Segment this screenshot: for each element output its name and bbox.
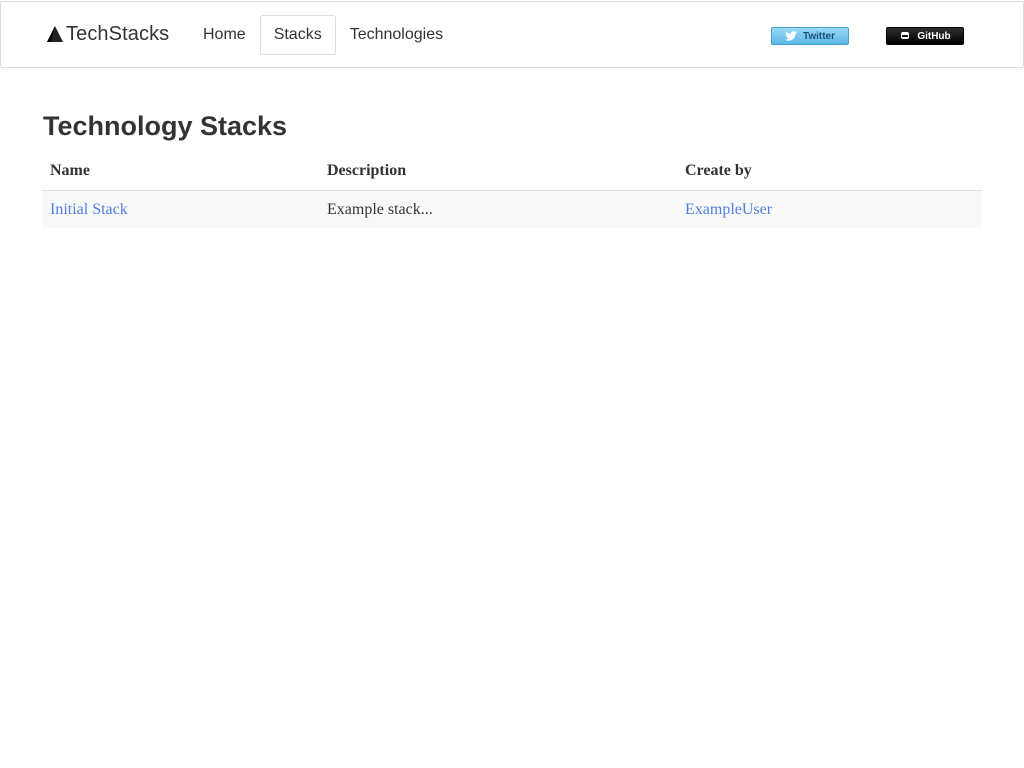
nav-stacks[interactable]: Stacks: [259, 15, 336, 55]
twitter-bird-icon: [784, 31, 797, 41]
github-label: GitHub: [917, 30, 951, 42]
twitter-label: Twitter: [802, 30, 836, 42]
top-navbar: TechStacks Home Stacks Technologies Twit…: [0, 1, 1024, 68]
table-header-row: Name Description Create by: [42, 152, 982, 191]
twitter-button[interactable]: Twitter: [771, 27, 849, 45]
header-created-by: Create by: [677, 152, 982, 191]
cell-created-by: ExampleUser: [677, 191, 982, 229]
stacks-table: Name Description Create by Initial Stack…: [42, 152, 982, 228]
stack-name-link[interactable]: Initial Stack: [50, 201, 128, 218]
page-title: Technology Stacks: [43, 111, 288, 141]
cell-name: Initial Stack: [42, 191, 319, 229]
github-octocat-icon: [901, 32, 910, 39]
main-nav: Home Stacks Technologies: [189, 15, 457, 55]
header-name: Name: [42, 152, 319, 191]
brand-name: TechStacks: [66, 22, 170, 45]
github-button[interactable]: GitHub: [886, 27, 964, 45]
cell-description: Example stack...: [327, 200, 433, 218]
created-by-link[interactable]: ExampleUser: [685, 201, 772, 218]
brand-link[interactable]: TechStacks: [46, 20, 169, 48]
nav-home[interactable]: Home: [189, 15, 260, 55]
header-description: Description: [319, 152, 677, 191]
sail-logo-icon: [47, 26, 63, 42]
table-row: Initial Stack Example stack... ExampleUs…: [42, 190, 982, 229]
nav-technologies[interactable]: Technologies: [336, 15, 457, 55]
